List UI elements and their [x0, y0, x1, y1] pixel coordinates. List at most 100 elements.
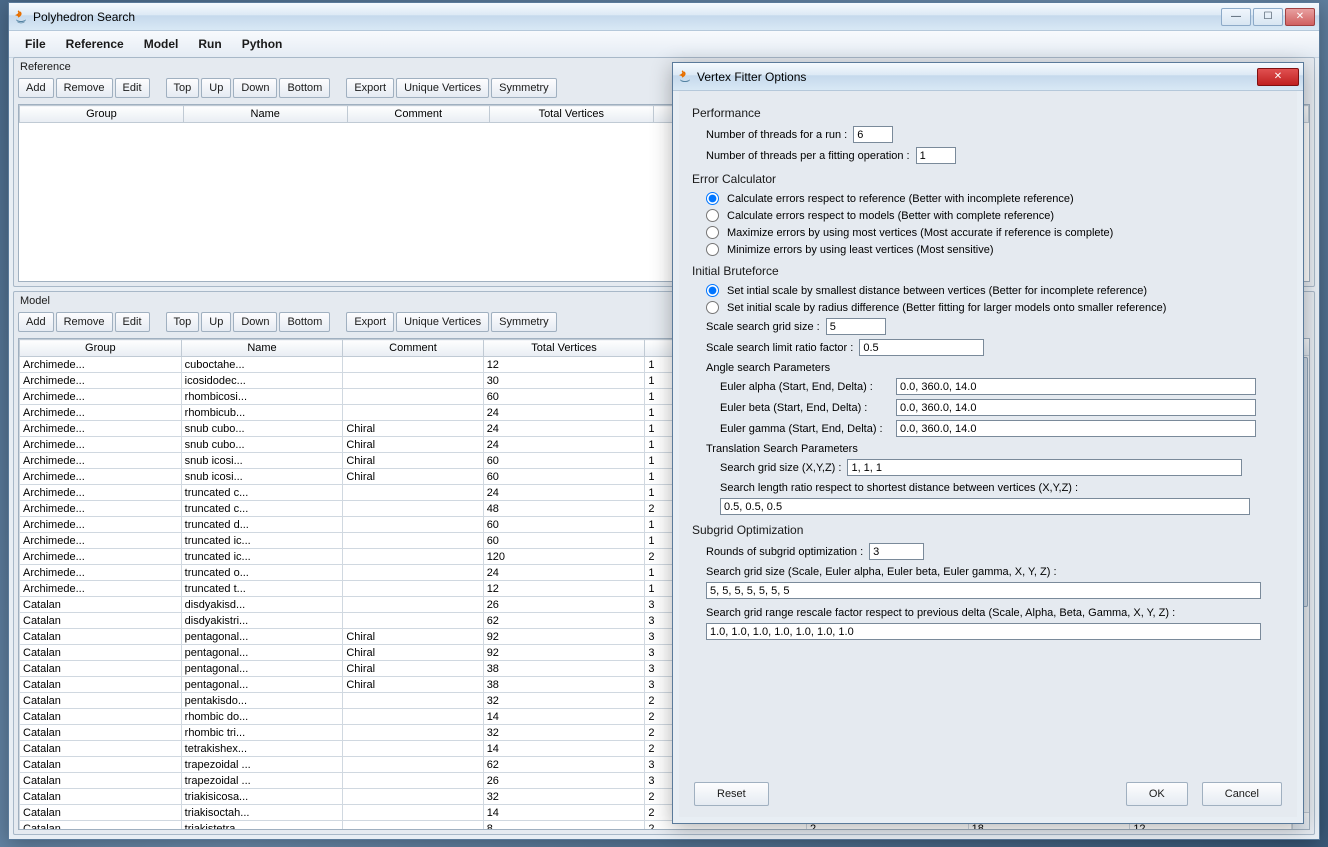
ok-button[interactable]: OK [1126, 782, 1188, 806]
ref-column-header[interactable]: Name [183, 106, 347, 123]
table-cell[interactable] [343, 709, 483, 725]
table-cell[interactable] [343, 725, 483, 741]
table-cell[interactable]: pentagonal... [181, 629, 343, 645]
table-cell[interactable]: Archimede... [20, 533, 182, 549]
table-cell[interactable]: 24 [483, 405, 645, 421]
ref-remove-button[interactable]: Remove [56, 78, 113, 98]
model-add-button[interactable]: Add [18, 312, 54, 332]
table-cell[interactable]: Catalan [20, 805, 182, 821]
ref-unique-button[interactable]: Unique Vertices [396, 78, 489, 98]
table-cell[interactable]: 8 [483, 821, 645, 830]
table-cell[interactable] [343, 757, 483, 773]
table-cell[interactable]: 14 [483, 709, 645, 725]
table-cell[interactable]: truncated ic... [181, 533, 343, 549]
error-opt4-radio[interactable] [706, 243, 719, 256]
table-cell[interactable]: truncated c... [181, 485, 343, 501]
ref-export-button[interactable]: Export [346, 78, 394, 98]
table-cell[interactable]: Archimede... [20, 485, 182, 501]
table-cell[interactable]: triakisicosa... [181, 789, 343, 805]
model-column-header[interactable]: Name [181, 340, 343, 357]
table-cell[interactable]: 92 [483, 629, 645, 645]
table-cell[interactable]: Catalan [20, 629, 182, 645]
model-bottom-button[interactable]: Bottom [279, 312, 330, 332]
table-cell[interactable]: Catalan [20, 709, 182, 725]
table-cell[interactable]: 12 [483, 581, 645, 597]
table-cell[interactable] [343, 773, 483, 789]
table-cell[interactable]: trapezoidal ... [181, 773, 343, 789]
table-cell[interactable]: 30 [483, 373, 645, 389]
reset-button[interactable]: Reset [694, 782, 769, 806]
table-cell[interactable] [343, 581, 483, 597]
subgrid-size-input[interactable] [706, 582, 1261, 599]
bf-opt1-radio[interactable] [706, 284, 719, 297]
minimize-button[interactable]: — [1221, 8, 1251, 26]
table-cell[interactable]: snub icosi... [181, 469, 343, 485]
table-cell[interactable]: Chiral [343, 469, 483, 485]
table-cell[interactable]: rhombic tri... [181, 725, 343, 741]
bf-opt2-radio[interactable] [706, 301, 719, 314]
table-cell[interactable]: snub cubo... [181, 421, 343, 437]
table-cell[interactable]: trapezoidal ... [181, 757, 343, 773]
table-cell[interactable]: 60 [483, 517, 645, 533]
table-cell[interactable]: Archimede... [20, 389, 182, 405]
table-cell[interactable]: disdyakistri... [181, 613, 343, 629]
threads-run-input[interactable] [853, 126, 893, 143]
rounds-input[interactable] [869, 543, 924, 560]
table-cell[interactable]: 60 [483, 389, 645, 405]
table-cell[interactable]: Chiral [343, 421, 483, 437]
search-grid-input[interactable] [847, 459, 1242, 476]
table-cell[interactable] [343, 693, 483, 709]
table-cell[interactable] [343, 549, 483, 565]
table-cell[interactable] [343, 821, 483, 830]
table-cell[interactable]: Archimede... [20, 581, 182, 597]
error-opt3-radio[interactable] [706, 226, 719, 239]
menu-python[interactable]: Python [232, 33, 293, 55]
close-button[interactable]: ✕ [1285, 8, 1315, 26]
ref-add-button[interactable]: Add [18, 78, 54, 98]
table-cell[interactable]: Catalan [20, 773, 182, 789]
table-cell[interactable]: truncated o... [181, 565, 343, 581]
model-column-header[interactable]: Group [20, 340, 182, 357]
table-cell[interactable]: 24 [483, 421, 645, 437]
threads-fit-input[interactable] [916, 147, 956, 164]
table-cell[interactable]: Archimede... [20, 357, 182, 373]
table-cell[interactable]: cuboctahe... [181, 357, 343, 373]
table-cell[interactable]: Archimede... [20, 405, 182, 421]
table-cell[interactable]: Archimede... [20, 421, 182, 437]
beta-input[interactable] [896, 399, 1256, 416]
table-cell[interactable]: Catalan [20, 693, 182, 709]
table-cell[interactable]: Catalan [20, 725, 182, 741]
table-cell[interactable]: Catalan [20, 677, 182, 693]
ref-bottom-button[interactable]: Bottom [279, 78, 330, 98]
table-cell[interactable]: Catalan [20, 661, 182, 677]
menu-run[interactable]: Run [188, 33, 231, 55]
table-cell[interactable]: 120 [483, 549, 645, 565]
table-cell[interactable] [343, 485, 483, 501]
table-cell[interactable]: 14 [483, 741, 645, 757]
table-cell[interactable]: Catalan [20, 789, 182, 805]
maximize-button[interactable]: ☐ [1253, 8, 1283, 26]
dialog-close-button[interactable]: ✕ [1257, 68, 1299, 86]
table-cell[interactable]: 24 [483, 437, 645, 453]
rescale-input[interactable] [706, 623, 1261, 640]
table-cell[interactable] [343, 501, 483, 517]
model-up-button[interactable]: Up [201, 312, 231, 332]
gamma-input[interactable] [896, 420, 1256, 437]
table-cell[interactable]: tetrakishex... [181, 741, 343, 757]
table-cell[interactable] [343, 741, 483, 757]
ref-column-header[interactable]: Comment [347, 106, 489, 123]
table-cell[interactable]: 48 [483, 501, 645, 517]
length-ratio-input[interactable] [720, 498, 1250, 515]
table-cell[interactable]: Archimede... [20, 501, 182, 517]
table-cell[interactable]: Catalan [20, 757, 182, 773]
table-cell[interactable]: icosidodec... [181, 373, 343, 389]
model-edit-button[interactable]: Edit [115, 312, 150, 332]
table-cell[interactable]: Archimede... [20, 437, 182, 453]
menu-model[interactable]: Model [134, 33, 189, 55]
table-cell[interactable]: Chiral [343, 629, 483, 645]
table-cell[interactable]: Catalan [20, 741, 182, 757]
ref-column-header[interactable]: Total Vertices [489, 106, 653, 123]
ref-up-button[interactable]: Up [201, 78, 231, 98]
menu-reference[interactable]: Reference [56, 33, 134, 55]
table-cell[interactable]: Archimede... [20, 517, 182, 533]
